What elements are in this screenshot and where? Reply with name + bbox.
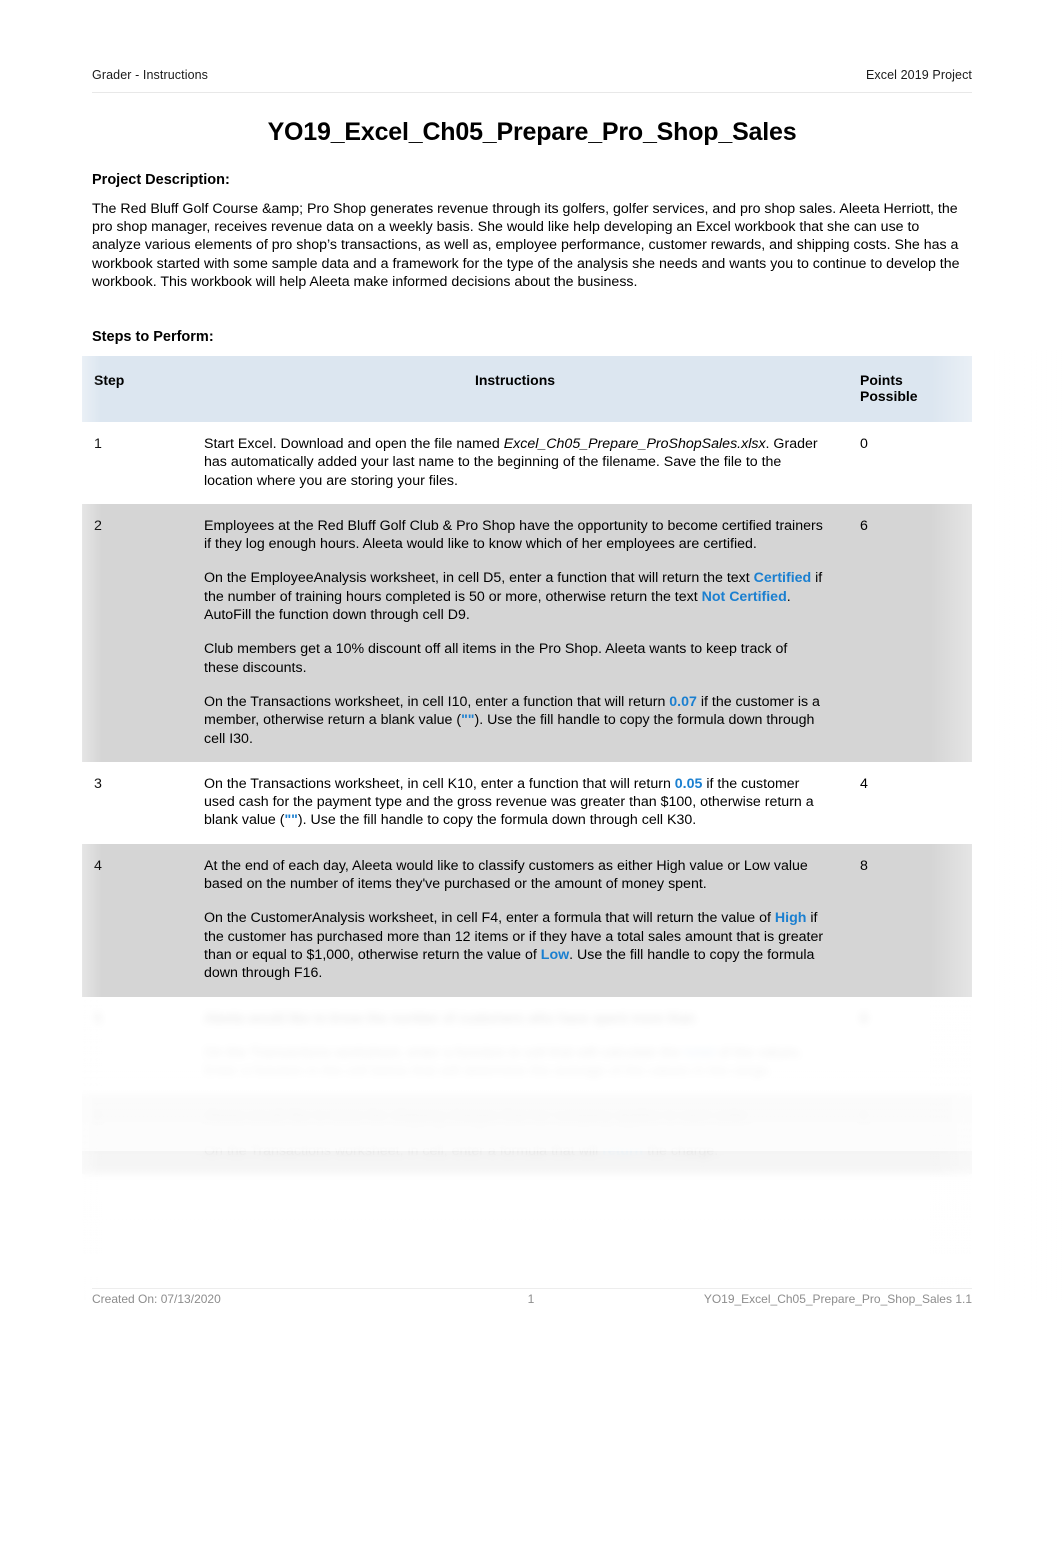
footer-page-number: 1 (527, 1292, 535, 1306)
header-right-label: Excel 2019 Project (865, 68, 972, 82)
body-text: Aleeta would like to know the shipping c… (204, 1108, 752, 1125)
body-text: the charge. (643, 1142, 719, 1159)
instruction-paragraph: On the CustomerAnalysis worksheet, in ce… (204, 909, 824, 982)
table-row: 4 At the end of each day, Aleeta would li… (82, 843, 972, 997)
filename-text: Excel_Ch05_Prepare_ProShopSales.xlsx (503, 436, 766, 452)
body-text: On the CustomerAnalysis worksheet, in ce… (204, 910, 775, 927)
keyword-text: 0.05 (674, 775, 703, 792)
column-header-points: Points Possible (842, 356, 972, 422)
keyword-text: total (684, 1044, 715, 1061)
keyword-text: "" (461, 712, 475, 729)
running-header: Grader - Instructions Excel 2019 Project (92, 68, 972, 82)
project-description-body: The Red Bluff Golf Course &amp; Pro Shop… (92, 201, 960, 290)
step-instructions-cell: Employees at the Red Bluff Golf Club & P… (188, 503, 842, 762)
steps-table-head: Step Instructions Points Possible (82, 356, 972, 422)
keyword-text: 0.07 (669, 693, 697, 710)
instruction-paragraph: On the Transactions worksheet, enter a f… (204, 1044, 824, 1081)
keyword-text: High (774, 910, 807, 927)
steps-table-body: 1 Start Excel. Download and open the file… (82, 422, 972, 1175)
step-number-cell: 4 (82, 843, 188, 997)
instruction-paragraph: On the Transactions worksheet, in cell K… (204, 775, 824, 830)
document-page: Grader - Instructions Excel 2019 Project… (0, 0, 1062, 1556)
step-number-cell: 5 (82, 996, 188, 1095)
steps-to-perform-heading: Steps to Perform: (92, 329, 214, 345)
points-possible-cell: 6 (842, 1094, 972, 1175)
keyword-text: Low (540, 946, 570, 963)
header-divider (92, 92, 972, 93)
instruction-paragraph: On the Transactions worksheet, in cell I… (204, 693, 824, 748)
column-header-instructions: Instructions (188, 356, 842, 422)
column-header-points-line2: Possible (860, 388, 918, 404)
column-header-points-line1: Points (860, 372, 903, 388)
points-possible-cell: 6 (842, 503, 972, 762)
body-text: On the Transactions worksheet, in cell K… (204, 775, 675, 792)
keyword-text: Not Certified (701, 588, 787, 605)
obscured-overlay-footer (82, 1276, 972, 1340)
step-instructions-cell: Start Excel. Download and open the file … (188, 422, 842, 504)
step-number-cell: 2 (82, 503, 188, 762)
step-instructions-cell: On the Transactions worksheet, in cell K… (188, 761, 842, 844)
instruction-paragraph: Aleeta would like to know the shipping c… (204, 1107, 824, 1125)
step-instructions-cell: At the end of each day, Aleeta would lik… (188, 843, 842, 997)
instruction-paragraph: Employees at the Red Bluff Golf Club & P… (204, 517, 824, 554)
steps-table: Step Instructions Points Possible 1 Start… (82, 356, 972, 1175)
body-text: ). Use the fill handle to copy the formu… (297, 812, 697, 829)
step-instructions-cell: Aleeta would like to know the shipping c… (188, 1094, 842, 1175)
step-instructions-cell: Aleeta would like to know the number of … (188, 996, 842, 1095)
body-text: On the Transactions worksheet, enter a f… (204, 1044, 685, 1061)
instruction-paragraph: Start Excel. Download and open the file … (204, 435, 824, 490)
table-row: 3 On the Transactions worksheet, in cell … (82, 761, 972, 844)
table-row: 1 Start Excel. Download and open the file… (82, 422, 972, 504)
instruction-paragraph: At the end of each day, Aleeta would lik… (204, 857, 824, 894)
points-possible-cell: 8 (842, 843, 972, 997)
keyword-text: Certified (753, 570, 812, 587)
step-number-cell: 1 (82, 422, 188, 504)
project-description-heading: Project Description: (92, 172, 230, 188)
points-possible-cell: 4 (842, 761, 972, 844)
keyword-text: "" (284, 812, 298, 829)
table-row: 2 Employees at the Red Bluff Golf Club & … (82, 503, 972, 762)
page-title: YO19_Excel_Ch05_Prepare_Pro_Shop_Sales (267, 118, 797, 146)
header-left-label: Grader - Instructions (92, 68, 209, 82)
instruction-paragraph: Club members get a 10% discount off all … (204, 640, 824, 677)
instruction-paragraph: Aleeta would like to know the number of … (204, 1010, 824, 1028)
instruction-paragraph: On the Transactions worksheet, in cell, … (204, 1142, 824, 1160)
column-header-step: Step (82, 356, 188, 422)
step-number-cell: 6 (82, 1094, 188, 1175)
body-text: Aleeta would like to know the number of … (204, 1010, 696, 1027)
keyword-text: return (602, 1142, 644, 1159)
body-text: Club members get a 10% discount off all … (204, 641, 788, 676)
table-row: 6 Aleeta would like to know the shipping … (82, 1094, 972, 1175)
points-possible-cell: 0 (842, 422, 972, 504)
body-text: Start Excel. Download and open the file … (204, 436, 504, 452)
body-text: On the Transactions worksheet, in cell I… (204, 693, 670, 710)
body-text: On the Transactions worksheet, in cell, … (204, 1142, 603, 1159)
points-possible-cell: 8 (842, 996, 972, 1095)
body-text: At the end of each day, Aleeta would lik… (204, 857, 808, 893)
table-header-row: Step Instructions Points Possible (82, 356, 972, 422)
body-text: Employees at the Red Bluff Golf Club & P… (204, 517, 823, 553)
footer-divider (92, 1288, 972, 1289)
instruction-paragraph: On the EmployeeAnalysis worksheet, in ce… (204, 569, 824, 624)
body-text: On the EmployeeAnalysis worksheet, in ce… (204, 570, 754, 587)
step-number-cell: 3 (82, 761, 188, 844)
table-row: 5 Aleeta would like to know the number of… (82, 996, 972, 1095)
